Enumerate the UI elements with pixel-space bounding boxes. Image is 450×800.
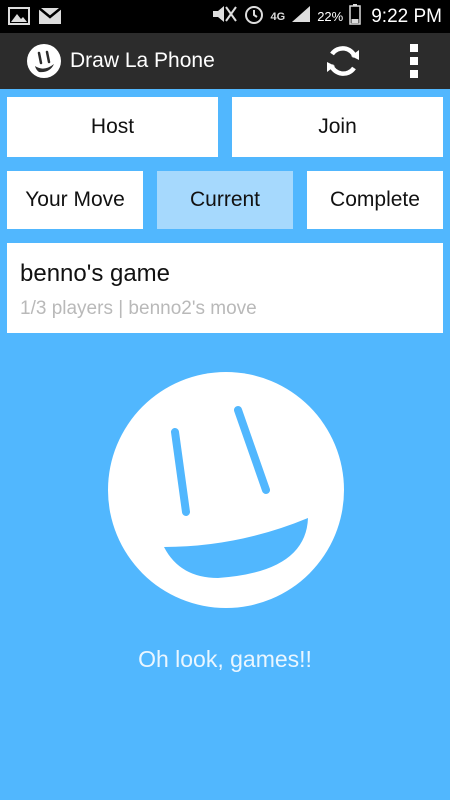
gmail-icon <box>38 6 62 31</box>
join-button[interactable]: Join <box>232 97 443 157</box>
refresh-icon[interactable] <box>322 41 364 81</box>
app-logo-icon[interactable] <box>26 43 62 79</box>
signal-icon <box>291 5 311 28</box>
game-title: benno's game <box>20 260 171 287</box>
tab-complete[interactable]: Complete <box>307 171 443 229</box>
tab-your-move[interactable]: Your Move <box>7 171 143 229</box>
game-list-item[interactable]: benno's game 1/3 players | benno2's move <box>7 243 443 333</box>
mute-icon <box>211 4 237 29</box>
battery-icon <box>349 3 361 30</box>
image-icon <box>8 6 30 31</box>
empty-state-message: Oh look, games!! <box>138 646 312 672</box>
clock: 9:22 PM <box>371 5 442 27</box>
app-title: Draw La Phone <box>70 49 215 72</box>
status-bar: 4G 22% 9:22 PM <box>0 0 450 33</box>
network-type: 4G <box>270 10 286 23</box>
action-bar: Draw La Phone <box>0 33 450 89</box>
notification-icons <box>8 6 62 31</box>
game-subtitle: 1/3 players | benno2's move <box>20 298 257 319</box>
host-button[interactable]: Host <box>7 97 218 157</box>
battery-percent: 22% <box>317 9 344 24</box>
overflow-menu-icon[interactable] <box>400 41 428 81</box>
mascot-face-icon <box>108 372 344 608</box>
tab-current[interactable]: Current <box>157 171 293 229</box>
alarm-icon <box>243 3 265 30</box>
